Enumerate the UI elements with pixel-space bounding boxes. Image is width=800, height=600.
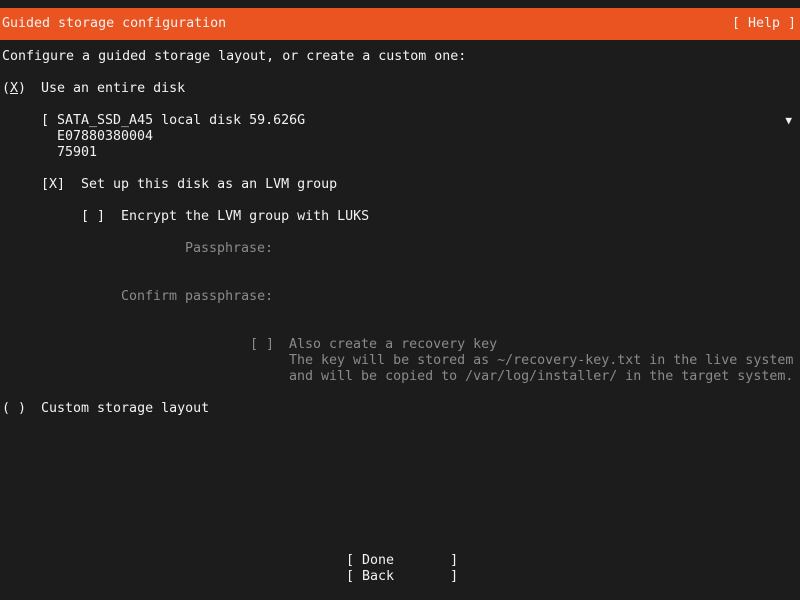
radio-close: ) xyxy=(18,81,27,96)
back-button[interactable]: [ Back ] xyxy=(346,569,458,585)
luks-checkbox[interactable]: [ ] xyxy=(81,209,105,225)
help-button[interactable]: [ Help ] xyxy=(732,16,796,32)
recovery-key-label: Also create a recovery key xyxy=(289,337,498,352)
confirm-passphrase-label: Confirm passphrase: xyxy=(121,289,274,304)
chevron-down-icon[interactable]: ▼ xyxy=(785,113,792,129)
page-title: Guided storage configuration xyxy=(2,16,227,31)
luks-label: Encrypt the LVM group with LUKS xyxy=(121,209,370,224)
recovery-key-note-1: The key will be stored as ~/recovery-key… xyxy=(289,353,794,368)
custom-layout-radio[interactable]: ( ) xyxy=(2,401,26,417)
lvm-label: Set up this disk as an LVM group xyxy=(81,177,338,192)
lvm-checkbox[interactable]: [X] xyxy=(41,177,65,193)
recovery-key-checkbox: [ ] xyxy=(250,337,275,352)
recovery-key-note-2: and will be copied to /var/log/installer… xyxy=(289,369,794,384)
entire-disk-label: Use an entire disk xyxy=(41,81,186,96)
disk-selector-line2: E07880380004 xyxy=(57,129,154,144)
disk-selector-line3: 75901 xyxy=(57,145,98,160)
done-button[interactable]: [ Done ] xyxy=(346,553,458,569)
radio-open: ( xyxy=(2,81,11,96)
disk-selector-line1: [ SATA_SSD_A45 local disk 59.626G xyxy=(41,113,306,128)
entire-disk-radio[interactable]: (X) xyxy=(2,81,26,97)
custom-layout-label: Custom storage layout xyxy=(41,401,210,416)
passphrase-label: Passphrase: xyxy=(185,241,274,256)
intro-text: Configure a guided storage layout, or cr… xyxy=(2,49,467,64)
radio-selected-mark: X xyxy=(10,81,19,96)
title-bar: Guided storage configuration [ Help ] xyxy=(0,8,800,40)
passphrase-input xyxy=(281,241,781,257)
confirm-passphrase-input xyxy=(281,289,781,305)
